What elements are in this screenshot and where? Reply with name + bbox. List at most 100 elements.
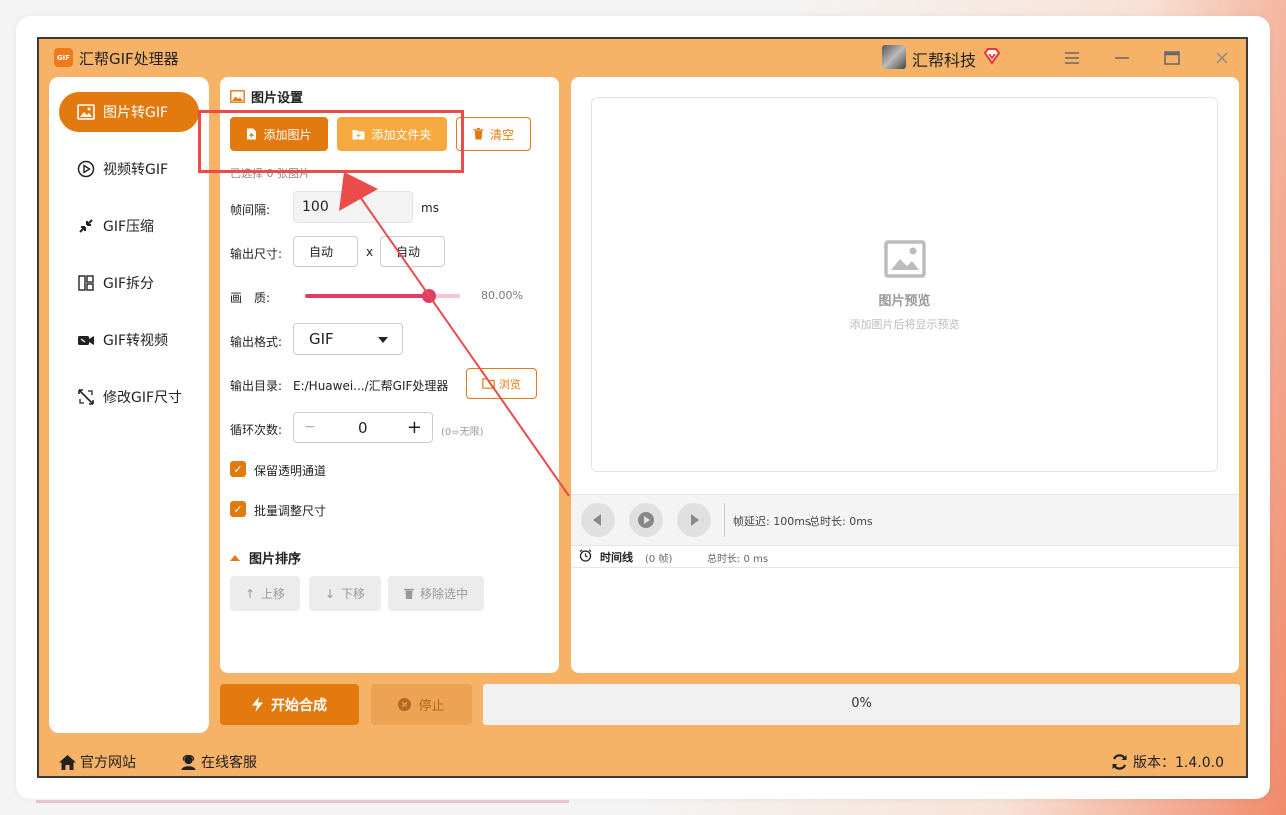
- settings-title: 图片设置: [230, 87, 303, 106]
- arrow-up-icon: ↑: [244, 586, 256, 601]
- maximize-icon[interactable]: [1159, 45, 1185, 71]
- play-button[interactable]: [629, 503, 663, 537]
- timeline-divider: [571, 567, 1239, 568]
- trash-icon: [403, 588, 414, 599]
- home-icon: [59, 754, 76, 770]
- batch-resize-label: 批量调整尺寸: [254, 504, 327, 518]
- sidebar-item-gif-compress[interactable]: GIF压缩: [59, 206, 199, 246]
- next-frame-button[interactable]: [677, 503, 711, 537]
- loop-count-label: 循环次数:: [230, 423, 283, 437]
- stop-circle-icon: [398, 698, 412, 711]
- preview-title: 图片预览: [878, 294, 931, 309]
- move-down-button[interactable]: ↓ 下移: [309, 576, 381, 611]
- sidebar-item-label: GIF拆分: [103, 276, 155, 292]
- prev-icon: [593, 514, 601, 526]
- output-format-select[interactable]: GIF: [293, 323, 403, 355]
- app-logo-icon: GIF: [54, 48, 73, 67]
- official-website-link[interactable]: 官方网站: [59, 752, 136, 772]
- sidebar-item-gif-split[interactable]: GIF拆分: [59, 263, 199, 303]
- sort-section-header[interactable]: 图片排序: [230, 548, 301, 567]
- output-height-input[interactable]: 自动: [380, 236, 445, 267]
- sidebar-item-resize-gif[interactable]: 修改GIF尺寸: [59, 377, 199, 417]
- frame-delay-text: 帧延迟: 100ms: [733, 515, 811, 528]
- progress-text: 0%: [851, 696, 872, 711]
- sidebar-item-label: GIF压缩: [103, 219, 155, 235]
- menu-icon[interactable]: [1059, 45, 1085, 71]
- output-format-label: 输出格式:: [230, 335, 283, 349]
- trash-icon: [473, 128, 484, 140]
- quality-value: 80.00%: [481, 289, 523, 302]
- app-window: GIF 汇帮GIF处理器 汇帮科技 图片转GIF 视频转GIF GIF压缩 GI…: [37, 37, 1248, 778]
- scroll-indicator: [36, 800, 569, 803]
- split-icon: [77, 274, 95, 292]
- play-circle-icon: [77, 160, 95, 178]
- sidebar-item-label: GIF转视频: [103, 333, 169, 349]
- footer-bar: 官方网站 在线客服 版本：1.4.0.0: [39, 743, 1246, 779]
- online-support-link[interactable]: 在线客服: [180, 752, 257, 772]
- app-title: 汇帮GIF处理器: [79, 50, 179, 68]
- frame-interval-input[interactable]: 100: [293, 191, 413, 223]
- preview-panel: 图片预览 添加图片后将显示预览 帧延迟: 100ms 总时长: 0ms 时间线 …: [571, 77, 1239, 673]
- resize-icon: [77, 388, 95, 406]
- timeline-frame-count: (0 帧): [645, 554, 673, 565]
- sidebar-item-gif-to-video[interactable]: GIF转视频: [59, 320, 199, 360]
- progress-bar: 0%: [483, 684, 1240, 725]
- compress-icon: [77, 217, 95, 235]
- chevron-up-icon: [230, 554, 240, 561]
- output-size-label: 输出尺寸:: [230, 247, 283, 261]
- next-icon: [691, 514, 699, 526]
- loop-count-stepper[interactable]: − 0 +: [293, 412, 433, 443]
- close-icon[interactable]: [1209, 45, 1235, 71]
- stop-button[interactable]: 停止: [371, 684, 472, 725]
- total-time-text: 总时长: 0ms: [809, 515, 873, 528]
- timeline-area: 时间线 (0 帧) 总时长: 0 ms: [571, 544, 1239, 673]
- minimize-icon[interactable]: [1109, 45, 1135, 71]
- move-up-button[interactable]: ↑ 上移: [230, 576, 300, 611]
- output-dir-label: 输出目录:: [230, 379, 283, 393]
- timeline-total: 总时长: 0 ms: [707, 554, 769, 565]
- support-icon: [181, 754, 196, 770]
- vip-diamond-icon[interactable]: [983, 47, 1001, 65]
- image-icon: [77, 103, 95, 121]
- sidebar-item-label: 视频转GIF: [103, 162, 169, 178]
- size-separator: x: [366, 245, 374, 259]
- folder-icon: [482, 378, 495, 389]
- preview-hint: 添加图片后将显示预览: [849, 318, 960, 331]
- quality-label: 画 质:: [230, 291, 271, 305]
- brand-name[interactable]: 汇帮科技: [912, 47, 976, 71]
- keep-alpha-label: 保留透明通道: [254, 464, 327, 478]
- chevron-down-icon: [378, 337, 388, 343]
- sidebar-item-video-to-gif[interactable]: 视频转GIF: [59, 149, 199, 189]
- keep-alpha-checkbox[interactable]: ✓: [230, 461, 246, 477]
- start-compose-button[interactable]: 开始合成: [220, 684, 359, 725]
- refresh-icon: [1112, 754, 1127, 770]
- controls-divider: [724, 503, 725, 537]
- clock-icon: [579, 549, 592, 562]
- remove-selected-button[interactable]: 移除选中: [388, 576, 484, 611]
- brand-avatar[interactable]: [882, 45, 906, 69]
- output-dir-value: E:/Huawei.../汇帮GIF处理器: [293, 379, 449, 393]
- quality-slider-fill: [305, 294, 429, 298]
- sidebar-item-label: 图片转GIF: [103, 105, 169, 121]
- quality-slider-thumb[interactable]: [422, 289, 436, 303]
- image-preview-area: 图片预览 添加图片后将显示预览: [591, 97, 1218, 472]
- quality-slider-track[interactable]: [305, 289, 460, 303]
- timeline-label: 时间线: [600, 551, 633, 564]
- frame-interval-label: 帧间隔:: [230, 203, 271, 217]
- play-circle-icon: [638, 512, 654, 528]
- frame-interval-unit: ms: [421, 201, 439, 215]
- video-camera-icon: [77, 331, 95, 349]
- prev-frame-button[interactable]: [581, 503, 615, 537]
- version-info[interactable]: 版本：1.4.0.0: [1111, 752, 1224, 772]
- loop-increment-button[interactable]: +: [407, 417, 422, 438]
- output-width-input[interactable]: 自动: [293, 236, 358, 267]
- browse-button[interactable]: 浏览: [466, 368, 537, 399]
- batch-resize-checkbox[interactable]: ✓: [230, 501, 246, 517]
- clear-button[interactable]: 清空: [456, 117, 531, 151]
- loop-hint: (0=无限): [441, 427, 484, 438]
- loop-decrement-button[interactable]: −: [304, 419, 316, 435]
- sidebar-item-label: 修改GIF尺寸: [103, 390, 183, 406]
- image-placeholder-icon: [884, 240, 926, 278]
- sidebar-item-image-to-gif[interactable]: 图片转GIF: [59, 92, 199, 132]
- loop-count-value: 0: [358, 419, 368, 437]
